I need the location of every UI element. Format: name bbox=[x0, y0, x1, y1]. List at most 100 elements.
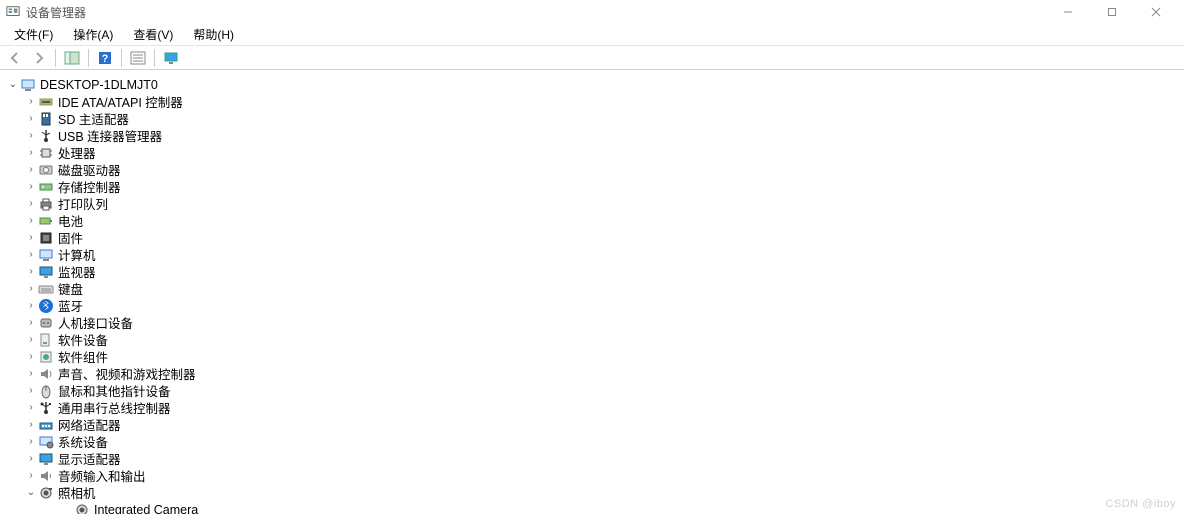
storage-icon bbox=[38, 179, 54, 195]
expand-icon[interactable]: › bbox=[24, 181, 38, 192]
tree-category[interactable]: ›软件设备 bbox=[4, 331, 1180, 348]
toolbar-separator bbox=[55, 49, 56, 67]
expand-icon[interactable]: › bbox=[24, 96, 38, 107]
computer-icon bbox=[38, 247, 54, 263]
window-title: 设备管理器 bbox=[26, 4, 86, 21]
app-icon bbox=[6, 5, 20, 19]
expand-icon[interactable]: › bbox=[24, 351, 38, 362]
collapse-icon[interactable]: ⌄ bbox=[24, 487, 38, 498]
keyboard-icon bbox=[38, 281, 54, 297]
sd-icon bbox=[38, 111, 54, 127]
expand-icon[interactable]: › bbox=[24, 470, 38, 481]
expand-icon[interactable]: › bbox=[24, 402, 38, 413]
expand-icon[interactable]: › bbox=[24, 283, 38, 294]
tree-category[interactable]: ›系统设备 bbox=[4, 433, 1180, 450]
menu-bar: 文件(F) 操作(A) 查看(V) 帮助(H) bbox=[0, 24, 1184, 46]
tree-category[interactable]: ›人机接口设备 bbox=[4, 314, 1180, 331]
network-icon bbox=[38, 417, 54, 433]
tree-device-integrated-camera[interactable]: › Integrated Camera bbox=[4, 501, 1180, 514]
bluetooth-icon bbox=[38, 298, 54, 314]
expand-icon[interactable]: › bbox=[24, 317, 38, 328]
svg-text:?: ? bbox=[102, 53, 109, 65]
camera-icon bbox=[74, 502, 90, 514]
menu-action[interactable]: 操作(A) bbox=[63, 24, 123, 45]
toolbar-separator bbox=[88, 49, 89, 67]
expand-icon[interactable]: › bbox=[24, 232, 38, 243]
tree-category[interactable]: ›网络适配器 bbox=[4, 416, 1180, 433]
maximize-button[interactable] bbox=[1090, 0, 1134, 24]
tree-category[interactable]: ›音频输入和输出 bbox=[4, 467, 1180, 484]
tree-category[interactable]: ›计算机 bbox=[4, 246, 1180, 263]
cpu-icon bbox=[38, 145, 54, 161]
device-tree[interactable]: ⌄ DESKTOP-1DLMJT0 ›IDE ATA/ATAPI 控制器›SD … bbox=[0, 70, 1184, 514]
tree-category[interactable]: ›电池 bbox=[4, 212, 1180, 229]
expand-icon[interactable]: › bbox=[24, 453, 38, 464]
tree-root[interactable]: ⌄ DESKTOP-1DLMJT0 bbox=[4, 76, 1180, 93]
component-icon bbox=[38, 349, 54, 365]
forward-button[interactable] bbox=[28, 48, 50, 68]
disk-icon bbox=[38, 162, 54, 178]
properties-button[interactable] bbox=[127, 48, 149, 68]
collapse-icon[interactable]: ⌄ bbox=[6, 79, 20, 90]
expand-icon[interactable]: › bbox=[24, 113, 38, 124]
computer-icon bbox=[20, 77, 36, 93]
watermark: CSDN @iboy bbox=[1105, 498, 1176, 510]
audio-icon bbox=[38, 366, 54, 382]
menu-view[interactable]: 查看(V) bbox=[123, 24, 183, 45]
expand-icon[interactable]: › bbox=[24, 130, 38, 141]
tree-category[interactable]: ›声音、视频和游戏控制器 bbox=[4, 365, 1180, 382]
tree-category[interactable]: ›鼠标和其他指针设备 bbox=[4, 382, 1180, 399]
tree-category[interactable]: ›监视器 bbox=[4, 263, 1180, 280]
expand-icon[interactable]: › bbox=[24, 419, 38, 430]
battery-icon bbox=[38, 213, 54, 229]
category-label: 照相机 bbox=[58, 483, 96, 502]
expand-icon[interactable]: › bbox=[24, 147, 38, 158]
expand-icon[interactable]: › bbox=[24, 436, 38, 447]
printer-icon bbox=[38, 196, 54, 212]
ide-icon bbox=[38, 94, 54, 110]
close-button[interactable] bbox=[1134, 0, 1178, 24]
tree-category-camera[interactable]: ⌄ 照相机 bbox=[4, 484, 1180, 501]
tree-category[interactable]: ›SD 主适配器 bbox=[4, 110, 1180, 127]
title-bar: 设备管理器 bbox=[0, 0, 1184, 24]
hid-icon bbox=[38, 315, 54, 331]
tree-category[interactable]: ›处理器 bbox=[4, 144, 1180, 161]
minimize-button[interactable] bbox=[1046, 0, 1090, 24]
toolbar-separator bbox=[154, 49, 155, 67]
tree-category[interactable]: ›通用串行总线控制器 bbox=[4, 399, 1180, 416]
expand-icon[interactable]: › bbox=[24, 334, 38, 345]
show-hide-tree-button[interactable] bbox=[61, 48, 83, 68]
expand-icon[interactable]: › bbox=[24, 300, 38, 311]
expand-icon[interactable]: › bbox=[24, 249, 38, 260]
tree-category[interactable]: ›固件 bbox=[4, 229, 1180, 246]
expand-icon[interactable]: › bbox=[24, 198, 38, 209]
help-toolbar-button[interactable]: ? bbox=[94, 48, 116, 68]
tree-category[interactable]: ›IDE ATA/ATAPI 控制器 bbox=[4, 93, 1180, 110]
tree-category[interactable]: ›蓝牙 bbox=[4, 297, 1180, 314]
menu-help[interactable]: 帮助(H) bbox=[183, 24, 244, 45]
expand-icon[interactable]: › bbox=[24, 215, 38, 226]
usbctrl-icon bbox=[38, 400, 54, 416]
tree-category[interactable]: ›存储控制器 bbox=[4, 178, 1180, 195]
camera-icon bbox=[38, 485, 54, 501]
device-label: Integrated Camera bbox=[94, 503, 198, 514]
tree-category[interactable]: ›键盘 bbox=[4, 280, 1180, 297]
tree-category[interactable]: ›打印队列 bbox=[4, 195, 1180, 212]
expand-icon[interactable]: › bbox=[24, 266, 38, 277]
audioio-icon bbox=[38, 468, 54, 484]
display-icon bbox=[38, 451, 54, 467]
scan-hardware-button[interactable] bbox=[160, 48, 182, 68]
toolbar: ? bbox=[0, 46, 1184, 70]
expand-icon[interactable]: › bbox=[24, 368, 38, 379]
back-button[interactable] bbox=[4, 48, 26, 68]
tree-category[interactable]: ›软件组件 bbox=[4, 348, 1180, 365]
expand-icon[interactable]: › bbox=[24, 164, 38, 175]
system-icon bbox=[38, 434, 54, 450]
menu-file[interactable]: 文件(F) bbox=[4, 24, 63, 45]
root-label: DESKTOP-1DLMJT0 bbox=[40, 78, 158, 92]
expand-icon[interactable]: › bbox=[24, 385, 38, 396]
firmware-icon bbox=[38, 230, 54, 246]
tree-category[interactable]: ›显示适配器 bbox=[4, 450, 1180, 467]
tree-category[interactable]: ›磁盘驱动器 bbox=[4, 161, 1180, 178]
tree-category[interactable]: ›USB 连接器管理器 bbox=[4, 127, 1180, 144]
